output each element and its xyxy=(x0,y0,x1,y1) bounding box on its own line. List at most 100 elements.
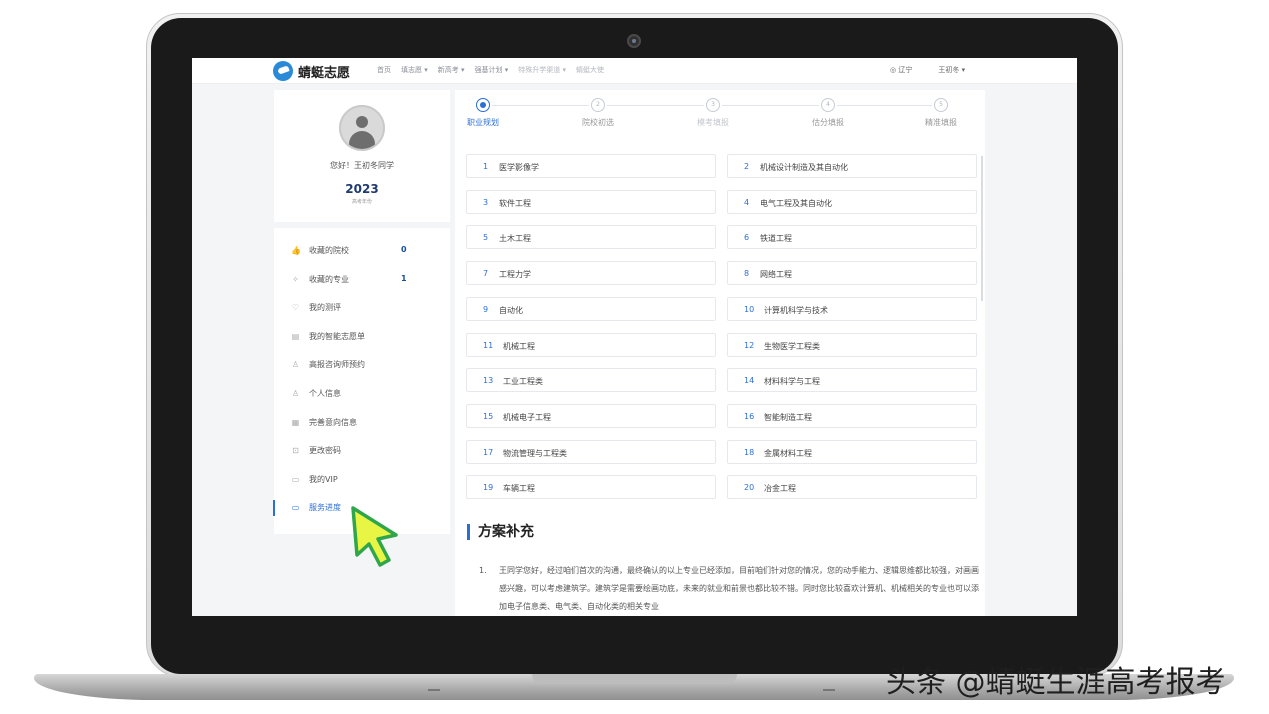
sidebar-item[interactable]: ✧ 收藏的专业 1 xyxy=(274,271,450,291)
major-item[interactable]: 1 医学影像学 xyxy=(466,154,716,178)
sidebar-item-label: 收藏的专业 xyxy=(309,274,349,284)
major-number: 7 xyxy=(483,269,489,279)
major-number: 18 xyxy=(744,447,755,457)
major-name: 计算机科学与技术 xyxy=(764,305,828,315)
major-item[interactable]: 7 工程力学 xyxy=(466,261,716,286)
step-label: 精准填报 xyxy=(925,118,957,127)
brand-name: 蜻蜓志愿 xyxy=(298,65,351,81)
sidebar-item[interactable]: ▤ 我的智能志愿单 xyxy=(274,328,450,348)
user-menu[interactable]: 王初冬 ▾ xyxy=(938,65,965,75)
major-item[interactable]: 3 软件工程 xyxy=(466,189,716,214)
major-item[interactable]: 14 材料科学与工程 xyxy=(727,368,977,393)
laptop-stage: 蜻蜓志愿 首页 填志愿 ▾ 新高考 ▾ 强基计划 ▾ 特殊升学渠道 ▾ 蜻蜓大使 ◎ 辽宁… xyxy=(0,0,1269,714)
sparkle-icon: ✧ xyxy=(292,274,299,284)
progress-step[interactable]: 职业规划 xyxy=(443,98,523,128)
major-item[interactable]: 5 土木工程 xyxy=(466,225,716,250)
location-selector[interactable]: ◎ 辽宁 xyxy=(890,65,912,75)
brand-logo[interactable]: 蜻蜓志愿 xyxy=(273,61,350,81)
avatar-head xyxy=(356,116,368,128)
sidebar-item-label: 高报咨询师预约 xyxy=(309,360,365,370)
sidebar-item[interactable]: ♙ 高报咨询师预约 xyxy=(274,356,450,376)
major-item[interactable]: 16 智能制造工程 xyxy=(727,403,977,428)
laptop-notch xyxy=(532,674,737,684)
major-item[interactable]: 17 物流管理与工程类 xyxy=(466,439,716,464)
major-item[interactable]: 11 机械工程 xyxy=(466,332,716,357)
major-item[interactable]: 4 电气工程及其自动化 xyxy=(727,189,977,214)
lock-icon: ⊡ xyxy=(292,446,299,456)
nav-item[interactable]: 强基计划 ▾ xyxy=(475,65,509,75)
major-number: 1 xyxy=(483,162,489,171)
document-icon: ▤ xyxy=(291,331,300,341)
major-name: 工程力学 xyxy=(499,270,531,280)
major-item[interactable]: 12 生物医学工程类 xyxy=(727,332,977,357)
sidebar-item-count: 1 xyxy=(401,273,407,283)
progress-step[interactable]: 4 估分填报 xyxy=(788,98,868,128)
main-panel: 职业规划 2 院校初选 3 模考填报 4 估分填报 5 精准填报 1 医学影像学 2 机械设计制造及其… xyxy=(455,90,985,616)
major-item[interactable]: 15 机械电子工程 xyxy=(466,403,716,428)
sidebar-item[interactable]: 👍 收藏的院校 0 xyxy=(274,242,450,262)
major-name: 金属材料工程 xyxy=(764,448,812,458)
major-number: 5 xyxy=(483,233,489,243)
major-item[interactable]: 9 自动化 xyxy=(466,296,716,321)
sidebar-item[interactable]: ▭ 我的VIP xyxy=(274,471,450,491)
avatar[interactable] xyxy=(339,105,385,151)
sidebar-item-label: 我的VIP xyxy=(309,474,338,484)
major-item[interactable]: 13 工业工程类 xyxy=(466,368,716,393)
progress-step[interactable]: 2 院校初选 xyxy=(558,98,638,128)
major-name: 机械工程 xyxy=(503,341,535,351)
sidebar-item[interactable]: ♙ 个人信息 xyxy=(274,385,450,405)
major-item[interactable]: 2 机械设计制造及其自动化 xyxy=(727,154,977,178)
nav-item[interactable]: 首页 xyxy=(377,65,391,75)
major-name: 铁道工程 xyxy=(760,234,792,244)
major-number: 9 xyxy=(483,304,489,314)
nav-item[interactable]: 特殊升学渠道 ▾ xyxy=(518,65,566,75)
major-item[interactable]: 6 铁道工程 xyxy=(727,225,977,250)
step-number: 3 xyxy=(706,98,720,112)
sidebar-menu: 👍 收藏的院校 0 ✧ 收藏的专业 1 ♡ 我的测评 ▤ 我的智能志愿单 ♙ 高报咨询师预约 ♙ 个人信息… xyxy=(274,228,450,534)
sidebar-item-label: 我的智能志愿单 xyxy=(309,331,365,341)
major-name: 电气工程及其自动化 xyxy=(760,198,832,208)
major-number: 12 xyxy=(744,340,755,350)
major-number: 16 xyxy=(744,411,755,421)
scrollbar[interactable] xyxy=(981,156,983,301)
sidebar-item-label: 个人信息 xyxy=(309,389,341,398)
person-icon: ♙ xyxy=(291,360,300,370)
step-label: 职业规划 xyxy=(467,118,499,127)
progress-step[interactable]: 5 精准填报 xyxy=(901,98,981,128)
section-title: 方案补充 xyxy=(467,524,534,540)
sidebar-item-label: 完善意向信息 xyxy=(309,417,357,427)
major-number: 13 xyxy=(483,376,494,386)
major-item[interactable]: 10 计算机科学与技术 xyxy=(727,296,977,321)
sidebar-item[interactable]: ▦ 完善意向信息 xyxy=(274,414,450,434)
sidebar-item-count: 0 xyxy=(401,245,407,254)
webcam-icon xyxy=(627,34,641,48)
progress-icon: ▭ xyxy=(291,503,300,513)
major-name: 智能制造工程 xyxy=(764,412,812,422)
sidebar-item[interactable]: ⊡ 更改密码 xyxy=(274,442,450,462)
note-number: 1. xyxy=(479,566,487,575)
form-icon: ▦ xyxy=(291,417,300,427)
major-item[interactable]: 8 网络工程 xyxy=(727,261,977,286)
major-item[interactable]: 19 车辆工程 xyxy=(466,475,716,500)
nav-right: ◎ 辽宁 王初冬 ▾ xyxy=(890,65,965,75)
major-number: 19 xyxy=(483,483,494,493)
major-number: 6 xyxy=(744,233,750,243)
laptop-foot xyxy=(823,689,835,691)
major-name: 材料科学与工程 xyxy=(764,377,820,387)
mouse-cursor-icon xyxy=(351,506,398,567)
major-number: 17 xyxy=(483,447,494,457)
major-name: 医学影像学 xyxy=(499,163,539,172)
step-number xyxy=(476,98,490,112)
sidebar-item[interactable]: ♡ 我的测评 xyxy=(274,299,450,319)
major-item[interactable]: 20 冶金工程 xyxy=(727,475,977,500)
nav-item[interactable]: 新高考 ▾ xyxy=(438,65,465,75)
progress-step[interactable]: 3 模考填报 xyxy=(673,98,753,128)
major-number: 4 xyxy=(744,197,750,207)
nav-item[interactable]: 填志愿 ▾ xyxy=(401,65,428,75)
avatar-body xyxy=(349,131,375,149)
major-number: 8 xyxy=(744,269,750,279)
active-indicator xyxy=(273,500,275,516)
nav-item[interactable]: 蜻蜓大使 xyxy=(576,65,604,75)
step-label: 模考填报 xyxy=(697,118,729,127)
major-item[interactable]: 18 金属材料工程 xyxy=(727,439,977,464)
